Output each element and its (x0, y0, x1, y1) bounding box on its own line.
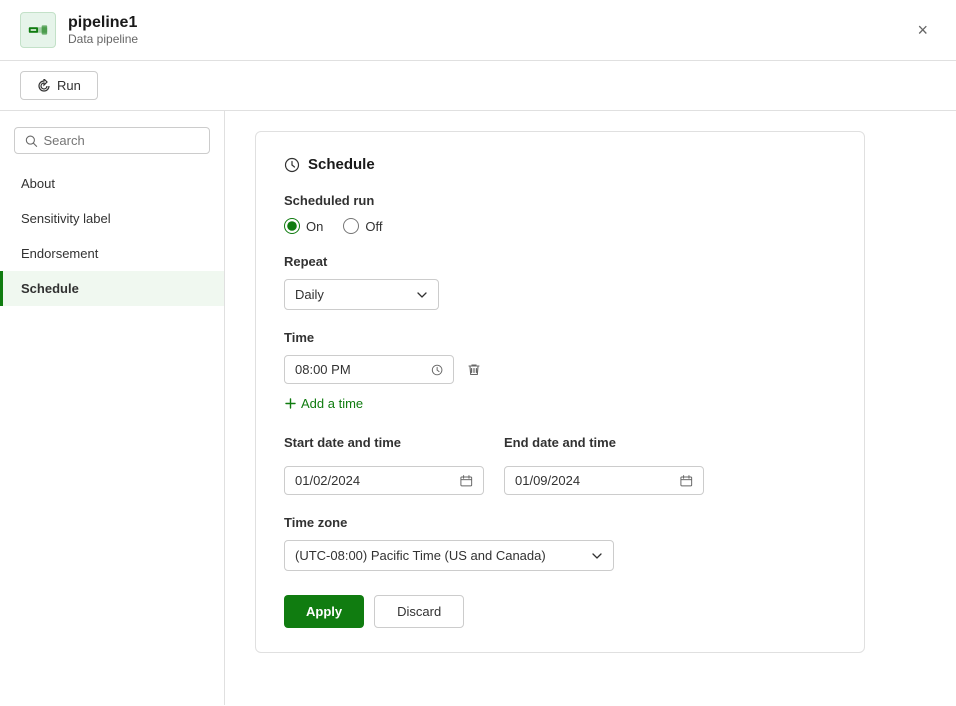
section-title: Schedule (308, 156, 375, 173)
timezone-label: Time zone (284, 515, 836, 530)
close-button[interactable]: × (909, 16, 936, 45)
app-subtitle: Data pipeline (68, 32, 138, 46)
radio-on-label: On (306, 219, 323, 234)
sidebar-item-sensitivity-label[interactable]: Sensitivity label (0, 201, 224, 236)
timezone-value: (UTC-08:00) Pacific Time (US and Canada) (295, 548, 546, 563)
radio-on[interactable]: On (284, 218, 323, 234)
calendar-icon (460, 474, 473, 488)
header-left: pipeline1 Data pipeline (20, 12, 138, 48)
end-date-input[interactable] (515, 473, 674, 488)
sidebar-item-schedule[interactable]: Schedule (0, 271, 224, 306)
sidebar-item-endorsement[interactable]: Endorsement (0, 236, 224, 271)
main-layout: About Sensitivity label Endorsement Sche… (0, 111, 956, 705)
chevron-down-icon (416, 289, 428, 301)
search-box[interactable] (14, 127, 210, 154)
sidebar-item-about-label: About (21, 176, 55, 191)
plus-icon (284, 397, 297, 410)
header-titles: pipeline1 Data pipeline (68, 14, 138, 46)
content-area: Schedule Scheduled run On Off (225, 111, 956, 705)
date-range-section: Start date and time End date and time (284, 435, 836, 495)
end-date-label: End date and time (504, 435, 704, 450)
repeat-value: Daily (295, 287, 324, 302)
repeat-dropdown[interactable]: Daily (284, 279, 439, 310)
sidebar-item-about[interactable]: About (0, 166, 224, 201)
clock-small-icon (431, 363, 443, 377)
add-time-button[interactable]: Add a time (284, 392, 363, 415)
sidebar-item-sensitivity-label-label: Sensitivity label (21, 211, 111, 226)
search-input[interactable] (44, 133, 199, 148)
header: pipeline1 Data pipeline × (0, 0, 956, 61)
start-date-label: Start date and time (284, 435, 484, 450)
time-section: Time (284, 330, 836, 415)
sidebar-item-endorsement-label: Endorsement (21, 246, 98, 261)
timezone-section: Time zone (UTC-08:00) Pacific Time (US a… (284, 515, 836, 571)
time-input-wrapper[interactable] (284, 355, 454, 384)
scheduled-run-section: Scheduled run On Off (284, 193, 836, 234)
calendar-end-icon (680, 474, 693, 488)
timezone-chevron-icon (591, 550, 603, 562)
radio-group: On Off (284, 218, 836, 234)
run-label: Run (57, 78, 81, 93)
time-row (284, 355, 836, 384)
start-date-input-wrapper[interactable] (284, 466, 484, 495)
radio-off[interactable]: Off (343, 218, 382, 234)
time-label: Time (284, 330, 836, 345)
time-input[interactable] (295, 362, 425, 377)
run-button[interactable]: Run (20, 71, 98, 100)
repeat-label: Repeat (284, 254, 836, 269)
delete-time-button[interactable] (462, 358, 486, 382)
discard-button[interactable]: Discard (374, 595, 464, 628)
apply-button[interactable]: Apply (284, 595, 364, 628)
end-date-input-wrapper[interactable] (504, 466, 704, 495)
timezone-dropdown[interactable]: (UTC-08:00) Pacific Time (US and Canada) (284, 540, 614, 571)
scheduled-run-label: Scheduled run (284, 193, 836, 208)
repeat-section: Repeat Daily (284, 254, 836, 310)
clock-icon (284, 157, 300, 173)
radio-off-input[interactable] (343, 218, 359, 234)
end-date-field: End date and time (504, 435, 704, 495)
search-icon (25, 134, 38, 148)
section-header: Schedule (284, 156, 836, 173)
app-title: pipeline1 (68, 14, 138, 32)
schedule-card: Schedule Scheduled run On Off (255, 131, 865, 653)
pipeline-icon (20, 12, 56, 48)
start-date-field: Start date and time (284, 435, 484, 495)
subheader: Run (0, 61, 956, 111)
radio-off-label: Off (365, 219, 382, 234)
trash-icon (466, 362, 482, 378)
add-time-label: Add a time (301, 396, 363, 411)
sidebar: About Sensitivity label Endorsement Sche… (0, 111, 225, 705)
start-date-input[interactable] (295, 473, 454, 488)
radio-on-input[interactable] (284, 218, 300, 234)
action-buttons: Apply Discard (284, 595, 836, 628)
refresh-icon (37, 79, 51, 93)
sidebar-item-schedule-label: Schedule (21, 281, 79, 296)
